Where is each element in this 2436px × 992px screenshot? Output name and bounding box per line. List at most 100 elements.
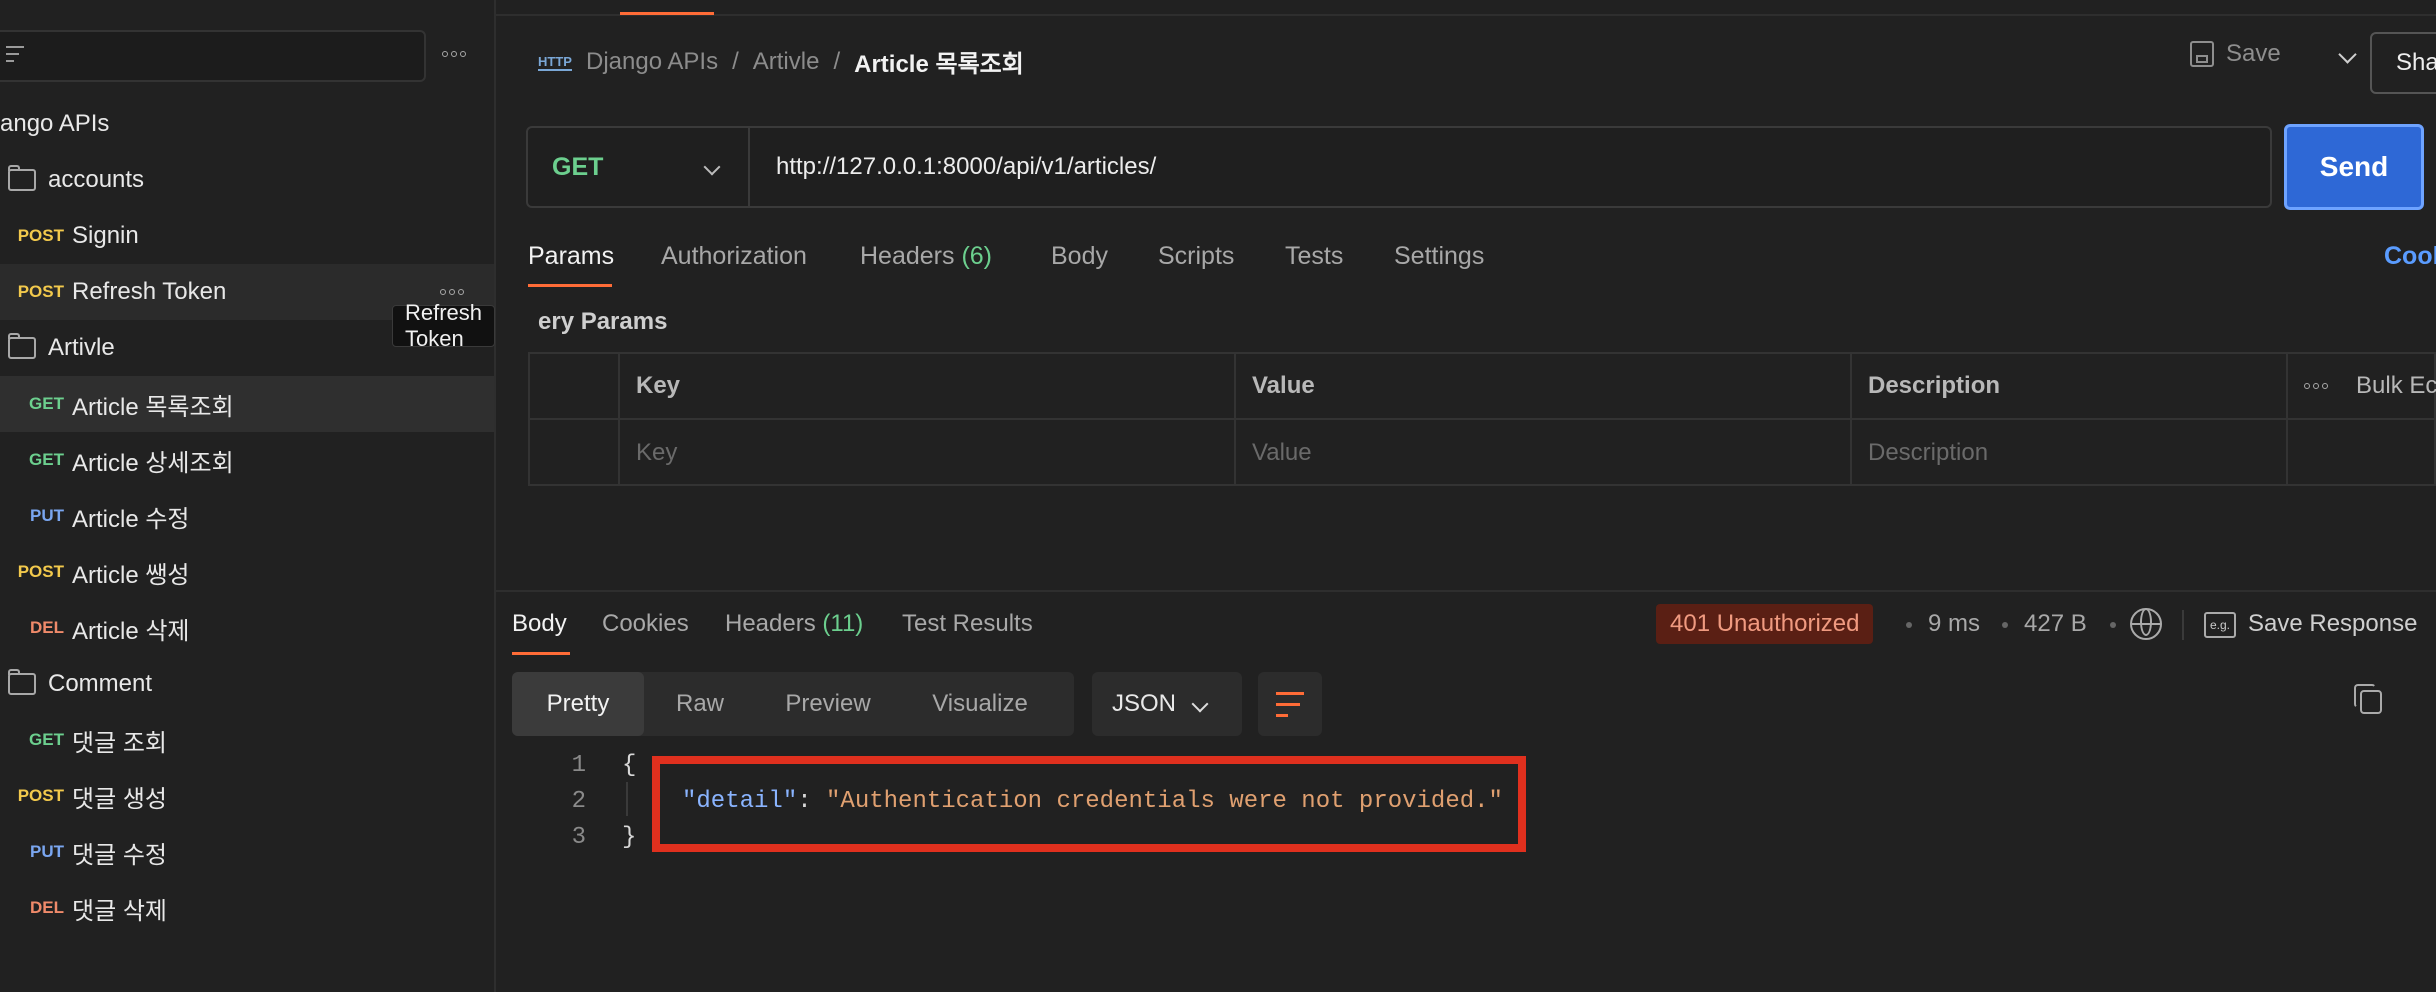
sidebar-item-comment-create[interactable]: POST 댓글 생성 [0,768,494,824]
method-badge: GET [29,730,64,749]
save-label: Save [2226,40,2281,67]
more-icon[interactable] [2304,383,2328,389]
breadcrumb-collection[interactable]: Django APIs [586,48,718,76]
active-tab-underline [528,284,612,287]
save-dropdown-icon[interactable] [2338,44,2357,64]
format-preview[interactable]: Preview [756,672,900,736]
tab-test-results[interactable]: Test Results [902,610,1033,638]
sidebar-item-article-detail[interactable]: GET Article 상세조회 [0,432,494,488]
tab-settings[interactable]: Settings [1394,242,1484,271]
format-pretty[interactable]: Pretty [512,672,644,736]
description-input[interactable]: Description [1852,420,2286,486]
tab-headers[interactable]: Headers (6) [860,242,992,271]
chevron-down-icon [1191,695,1209,713]
tab-response-cookies[interactable]: Cookies [602,610,689,638]
sidebar-search-input[interactable] [0,30,426,82]
tab-response-body[interactable]: Body [512,610,567,638]
top-tab-strip [494,0,2436,16]
share-button[interactable]: Sha [2370,32,2436,94]
sidebar-item-article-list[interactable]: GET Article 목록조회 [0,376,494,432]
tab-params[interactable]: Params [528,242,614,271]
value-input[interactable]: Value [1236,420,1850,486]
sidebar-item-label: Comment [48,670,153,697]
sidebar-item-label: 댓글 조회 [72,729,167,757]
sidebar-item-label: Article 수정 [72,505,190,533]
sidebar: ango APIs accounts POST Signin POST Refr… [0,0,496,992]
tab-body[interactable]: Body [1051,242,1108,271]
sidebar-item-label: Artivle [48,334,115,361]
sidebar-item-label: Refresh Token [72,278,227,305]
method-badge: DEL [30,898,64,917]
item-more-icon[interactable] [440,289,464,295]
breadcrumb-separator: / [833,47,841,75]
format-raw[interactable]: Raw [644,672,756,736]
sidebar-item-label: 댓글 생성 [72,785,167,813]
save-response-button[interactable]: Save Response [2248,610,2417,638]
method-select[interactable]: GET [528,128,750,206]
more-options-icon[interactable] [442,51,466,57]
sidebar-item-label: Article 목록조회 [72,393,234,421]
bulk-edit-button[interactable]: Bulk Ec [2288,354,2436,418]
cookies-link[interactable]: Cook [2384,242,2436,271]
tooltip: Refresh Token [392,300,496,351]
method-badge: GET [29,394,64,413]
sidebar-item-signin[interactable]: POST Signin [0,208,494,264]
sidebar-item-article-delete[interactable]: DEL Article 삭제 [0,600,494,656]
sidebar-item-label: 댓글 삭제 [72,897,167,925]
line-number: 3 [571,824,586,851]
line-number: 1 [571,752,586,779]
breadcrumb-folder[interactable]: Artivle [753,48,820,76]
save-icon [2190,41,2214,67]
method-badge: POST [17,562,64,581]
sidebar-item-label: Article 삭제 [72,617,190,645]
save-button[interactable]: Save [2190,40,2357,68]
copy-icon[interactable] [2354,684,2382,714]
sidebar-folder-comment[interactable]: Comment [0,656,494,712]
sidebar-folder-accounts[interactable]: accounts [0,152,494,208]
filter-icon[interactable] [6,46,24,66]
params-table: Key Value Description Bulk Ec Key Value … [528,352,2436,486]
query-params-title: ery Params [538,308,668,335]
http-icon: HTTP [538,53,572,71]
tab-authorization[interactable]: Authorization [661,242,807,271]
globe-icon[interactable] [2130,608,2162,640]
send-button[interactable]: Send [2284,124,2424,210]
format-visualize[interactable]: Visualize [900,672,1060,736]
url-input[interactable] [774,152,2178,182]
breadcrumb: HTTP Django APIs / Artivle / Article 목록조… [536,44,1024,79]
sidebar-item-comment-update[interactable]: PUT 댓글 수정 [0,824,494,880]
breadcrumb-separator: / [732,47,739,75]
method-badge: DEL [30,618,64,637]
tab-tests[interactable]: Tests [1285,242,1343,271]
sidebar-item-article-create[interactable]: POST Article 쌩성 [0,544,494,600]
collection-name: ango APIs [0,110,110,137]
active-tab-underline [512,652,570,655]
key-input[interactable]: Key [620,420,1234,486]
language-select[interactable]: JSON [1092,672,1242,736]
breadcrumb-request-title[interactable]: Article 목록조회 [854,44,1024,79]
column-header-key: Key [636,372,681,399]
method-value: GET [552,152,604,181]
sidebar-item-comment-list[interactable]: GET 댓글 조회 [0,712,494,768]
tab-response-headers[interactable]: Headers (11) [725,610,863,638]
folder-icon [8,333,36,359]
sidebar-item-label: Signin [72,222,139,249]
response-time[interactable]: 9 ms [1928,610,1980,638]
format-selector: Pretty Raw Preview Visualize [512,672,1074,736]
method-badge: POST [17,226,64,245]
sidebar-item-comment-delete[interactable]: DEL 댓글 삭제 [0,880,494,936]
response-size[interactable]: 427 B [2024,610,2087,638]
sidebar-item-label: Article 상세조회 [72,449,234,477]
response-divider[interactable] [494,590,2436,592]
example-icon: e.g. [2204,612,2236,638]
wrap-lines-icon[interactable] [1258,672,1322,736]
sidebar-item-label: 댓글 수정 [72,841,167,869]
method-badge: POST [17,786,64,805]
method-badge: GET [29,450,64,469]
collection-root[interactable]: ango APIs [0,96,494,152]
method-badge: PUT [30,506,64,525]
tab-scripts[interactable]: Scripts [1158,242,1234,271]
chevron-down-icon [703,158,721,176]
sidebar-item-article-update[interactable]: PUT Article 수정 [0,488,494,544]
status-badge[interactable]: 401 Unauthorized [1656,604,1874,644]
